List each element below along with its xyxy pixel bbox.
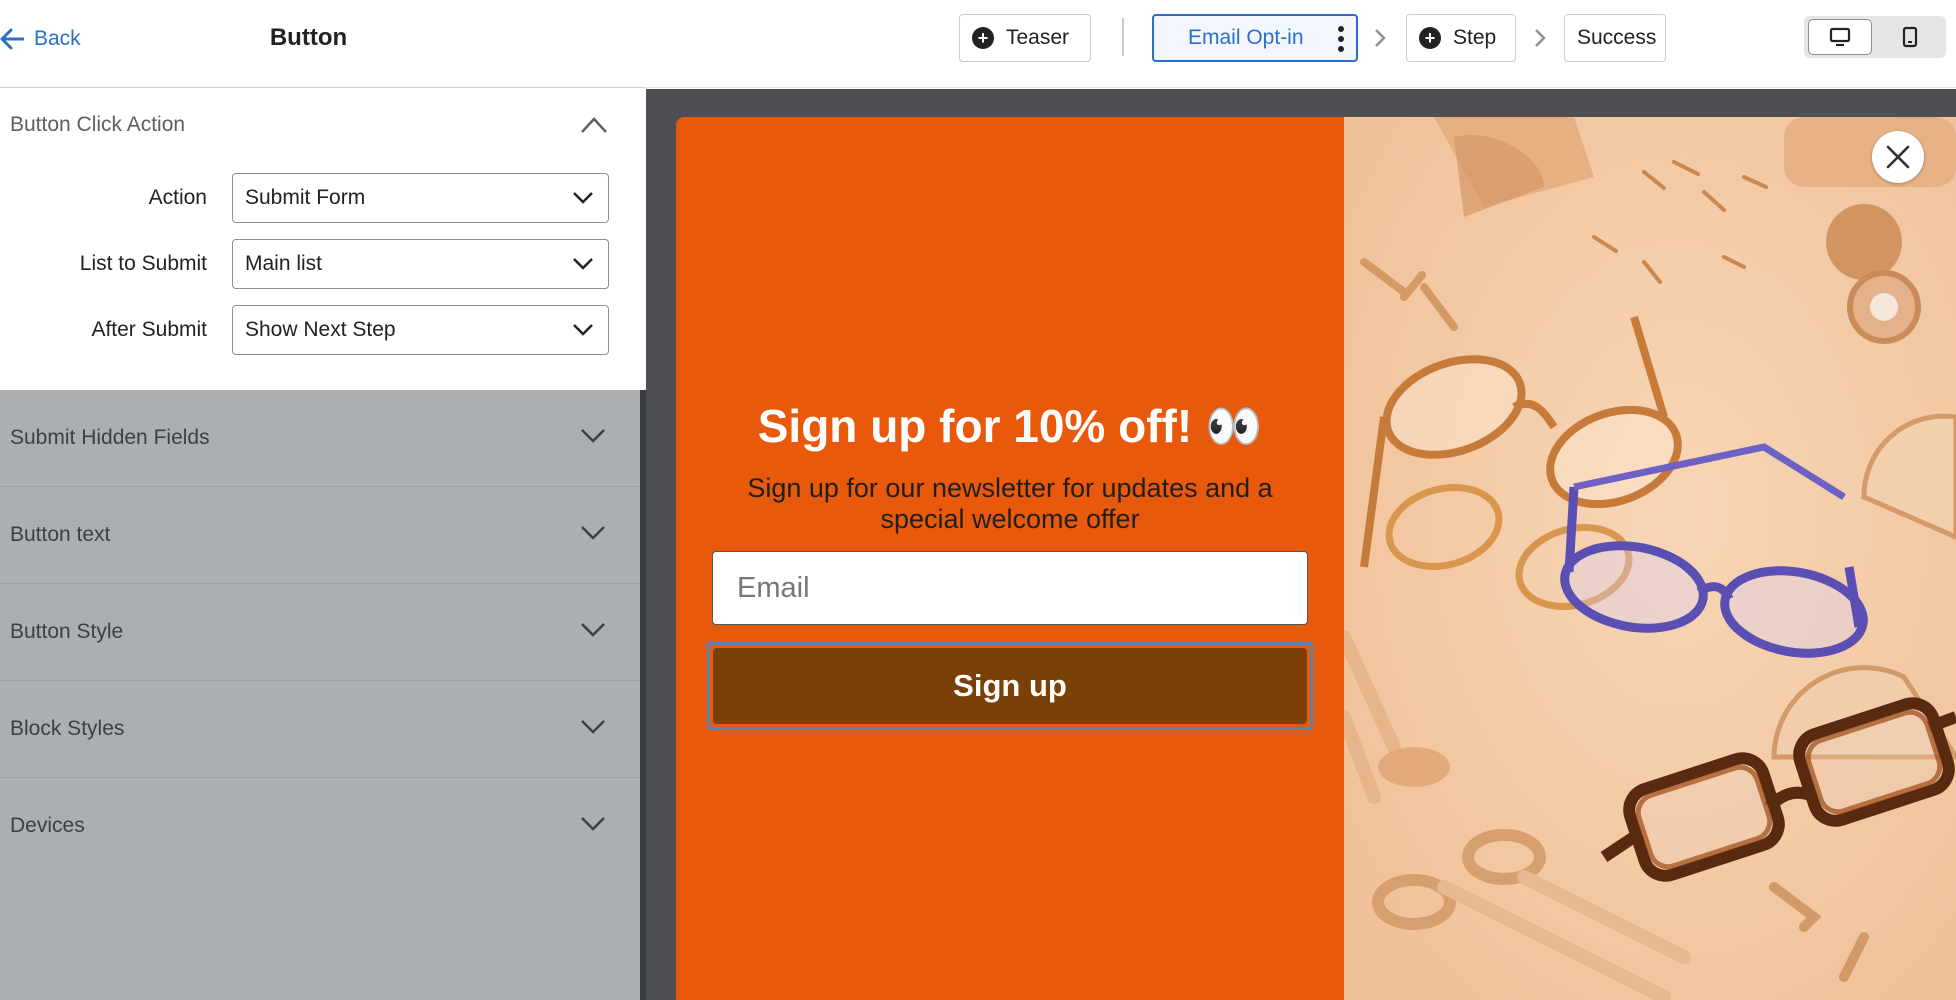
after-submit-value: Show Next Step (245, 318, 396, 341)
sidebar-header: Back Button (0, 0, 645, 88)
chevron-down-icon (581, 429, 605, 443)
list-to-submit-row: List to Submit Main list (0, 239, 645, 289)
section-devices[interactable]: Devices (0, 778, 645, 875)
action-value: Submit Form (245, 186, 366, 209)
popup-headline[interactable]: Sign up for 10% off! 👀 (676, 399, 1344, 454)
section-heading[interactable]: Button Click Action (10, 113, 185, 137)
more-options-icon[interactable] (1338, 26, 1344, 52)
popup-content-panel: Sign up for 10% off! 👀 Sign up for our n… (676, 117, 1344, 1000)
step-divider (1122, 18, 1124, 56)
step-label: Teaser (1006, 26, 1070, 49)
popup-preview: Sign up for 10% off! 👀 Sign up for our n… (676, 117, 1956, 1000)
chevron-down-icon (581, 526, 605, 540)
mobile-icon (1902, 26, 1918, 48)
popup-image (1344, 117, 1956, 1000)
close-icon (1886, 145, 1910, 169)
action-row: Action Submit Form (0, 173, 645, 223)
plus-icon: + (972, 27, 994, 49)
mobile-preview-button[interactable] (1878, 19, 1942, 55)
button-click-action-section: Button Click Action Action Submit Form L… (0, 89, 645, 389)
section-button-style[interactable]: Button Style (0, 584, 645, 681)
chevron-down-icon (581, 817, 605, 831)
desktop-icon (1829, 27, 1851, 47)
section-label: Block Styles (10, 717, 125, 740)
step-label: Success (1577, 26, 1657, 49)
section-label: Devices (10, 814, 85, 837)
signup-button[interactable]: Sign up (713, 648, 1307, 724)
chevron-up-icon[interactable] (580, 116, 608, 134)
desktop-preview-button[interactable] (1808, 19, 1872, 55)
step-email-opt-in[interactable]: Email Opt-in (1152, 14, 1358, 62)
section-block-styles[interactable]: Block Styles (0, 681, 645, 778)
step-label: Email Opt-in (1188, 26, 1304, 49)
email-input[interactable]: Email (712, 551, 1308, 625)
action-select[interactable]: Submit Form (232, 173, 609, 223)
action-label: Action (148, 186, 207, 209)
step-step[interactable]: + Step (1406, 14, 1516, 62)
chevron-down-icon (573, 192, 593, 204)
list-to-submit-select[interactable]: Main list (232, 239, 609, 289)
section-label: Submit Hidden Fields (10, 426, 210, 449)
sidebar-title: Button (269, 24, 348, 51)
section-submit-hidden-fields[interactable]: Submit Hidden Fields (0, 390, 645, 487)
chevron-right-icon (1535, 29, 1546, 47)
list-to-submit-label: List to Submit (79, 252, 207, 275)
section-label: Button Style (10, 620, 124, 643)
chevron-down-icon (581, 720, 605, 734)
section-label: Button text (10, 523, 111, 546)
after-submit-label: After Submit (91, 318, 207, 341)
close-popup-button[interactable] (1872, 131, 1924, 183)
chevron-down-icon (573, 324, 593, 336)
step-label: Step (1453, 26, 1497, 49)
glasses-and-stationery-illustration (1344, 117, 1956, 1000)
selected-block-outline: Sign up (707, 642, 1313, 730)
step-teaser[interactable]: + Teaser (959, 14, 1091, 62)
popup-subtext[interactable]: Sign up for our newsletter for updates a… (736, 473, 1284, 535)
chevron-right-icon (1375, 29, 1386, 47)
step-navigation-bar: + Teaser Email Opt-in + Step Success (646, 0, 1956, 88)
settings-sidebar: Back Button Button Click Action Action S… (0, 0, 646, 1000)
section-button-text[interactable]: Button text (0, 487, 645, 584)
plus-icon: + (1419, 27, 1441, 49)
chevron-down-icon (581, 623, 605, 637)
step-success[interactable]: Success (1564, 14, 1666, 62)
after-submit-select[interactable]: Show Next Step (232, 305, 609, 355)
chevron-down-icon (573, 258, 593, 270)
device-preview-toggle (1804, 16, 1946, 58)
collapsed-sections-overlay: Submit Hidden Fields Button text Button … (0, 390, 645, 1000)
after-submit-row: After Submit Show Next Step (0, 305, 645, 355)
list-to-submit-value: Main list (245, 252, 323, 275)
